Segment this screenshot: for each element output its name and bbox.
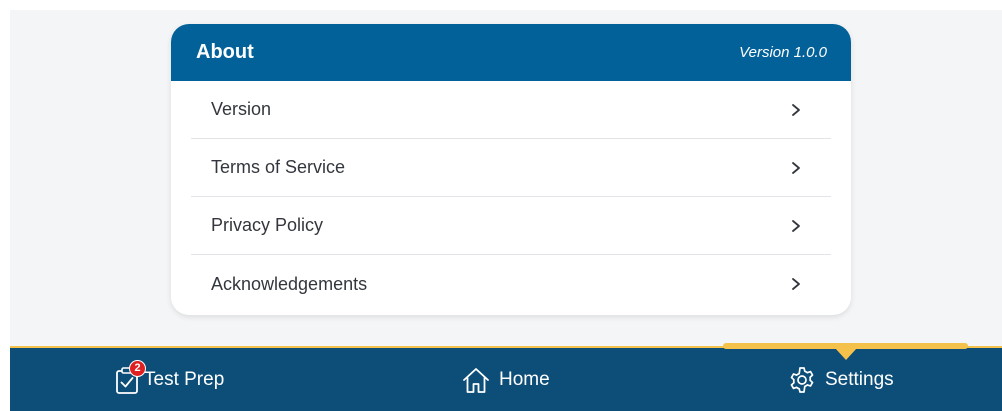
version-label: Version 1.0.0 xyxy=(739,44,827,61)
chevron-right-icon xyxy=(792,278,800,290)
home-icon xyxy=(461,365,491,395)
about-card-header: About Version 1.0.0 xyxy=(171,24,851,81)
list-item-version[interactable]: Version xyxy=(191,81,831,139)
list-item-label: Privacy Policy xyxy=(211,215,324,235)
nav-item-test-prep[interactable]: 2 Test Prep xyxy=(114,348,224,411)
list-item-label: Version xyxy=(211,99,272,119)
nav-item-home[interactable]: Home xyxy=(461,348,550,411)
about-card: About Version 1.0.0 Version Terms of Ser… xyxy=(171,24,851,315)
list-item-terms-of-service[interactable]: Terms of Service xyxy=(191,139,831,197)
notification-badge: 2 xyxy=(129,359,146,377)
nav-item-settings[interactable]: Settings xyxy=(787,348,894,411)
list-item-acknowledgements[interactable]: Acknowledgements xyxy=(191,255,831,313)
bottom-nav-bar: 2 Test Prep Home Settings xyxy=(10,343,1002,411)
list-item-label: Acknowledgements xyxy=(211,273,368,294)
nav-item-label: Test Prep xyxy=(144,368,225,390)
about-list: Version Terms of Service Privacy Policy … xyxy=(171,81,851,313)
chevron-right-icon xyxy=(792,219,800,232)
list-item-label: Terms of Service xyxy=(211,157,346,177)
clipboard-check-icon: 2 xyxy=(114,359,146,395)
nav-item-label: Home xyxy=(499,368,550,390)
about-card-title: About xyxy=(196,41,254,63)
gear-icon xyxy=(787,365,817,395)
list-item-privacy-policy[interactable]: Privacy Policy xyxy=(191,197,831,255)
nav-item-label: Settings xyxy=(825,368,894,390)
chevron-right-icon xyxy=(792,103,800,116)
chevron-right-icon xyxy=(792,161,800,174)
